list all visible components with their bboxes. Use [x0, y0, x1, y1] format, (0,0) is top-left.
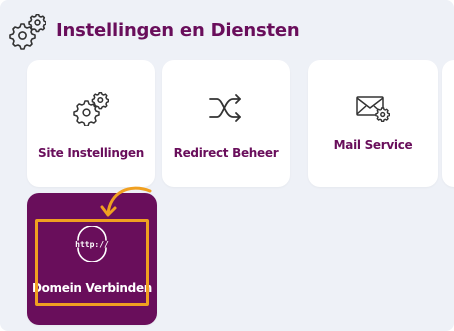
gears-icon: [73, 92, 109, 126]
shuffle-icon: [209, 94, 241, 122]
redirect-management-label: Redirect Beheer: [173, 146, 279, 160]
mail-service-label: Mail Service: [333, 138, 413, 152]
highlight-frame: [35, 219, 149, 306]
gears-icon: [9, 14, 46, 50]
site-settings-card[interactable]: Site Instellingen: [27, 60, 155, 187]
mail-gear-icon: [356, 96, 390, 122]
redirect-management-card[interactable]: Redirect Beheer: [162, 60, 290, 187]
partial-card[interactable]: [442, 60, 454, 187]
section-title: Instellingen en Diensten: [56, 20, 300, 41]
mail-service-card[interactable]: Mail Service: [308, 60, 438, 187]
site-settings-label: Site Instellingen: [38, 146, 144, 160]
settings-panel: Instellingen en Diensten Site Instelling…: [0, 0, 454, 331]
